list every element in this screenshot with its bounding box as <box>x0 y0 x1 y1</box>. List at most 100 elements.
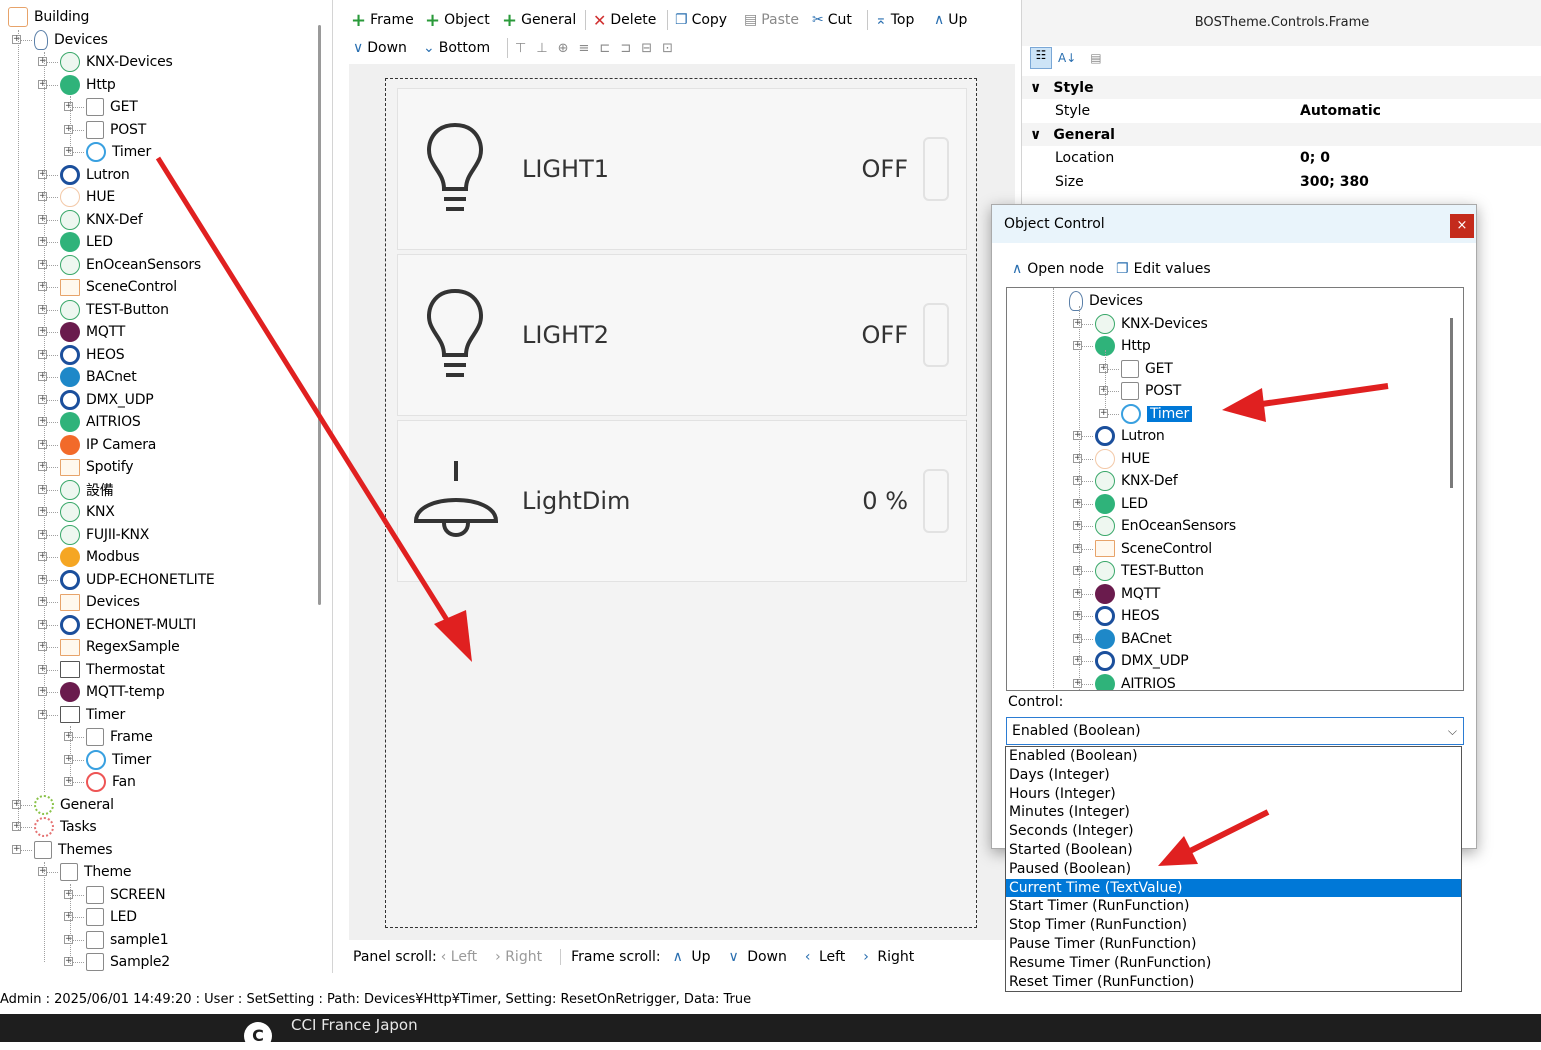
tree-scrollbar[interactable] <box>318 25 321 605</box>
tree-node[interactable]: BACnet <box>1095 628 1172 650</box>
expand-toggle[interactable]: + <box>38 597 47 606</box>
tree-node[interactable]: ECHONET-MULTI <box>60 614 196 636</box>
tree-node[interactable]: AITRIOS <box>1095 673 1176 690</box>
frame-up-button[interactable]: ∧ Up <box>673 949 715 965</box>
expand-toggle[interactable]: + <box>1073 453 1082 463</box>
dropdown-option[interactable]: Started (Boolean) <box>1006 841 1461 860</box>
add-object-button[interactable]: + Object <box>425 8 490 32</box>
tree-node[interactable]: Timer <box>86 749 151 771</box>
tree-node[interactable]: Building <box>8 6 89 28</box>
expand-toggle[interactable]: + <box>64 732 73 741</box>
card-switch[interactable] <box>923 137 949 201</box>
frame-right-button[interactable]: › Right <box>863 949 918 965</box>
property-location[interactable]: Location 0; 0 <box>1022 146 1541 169</box>
expand-toggle[interactable]: + <box>64 102 73 111</box>
tree-node[interactable]: HUE <box>60 186 115 208</box>
tree-node[interactable]: Frame <box>86 726 153 748</box>
tree-node[interactable]: SceneControl <box>1095 538 1212 560</box>
expand-toggle[interactable]: + <box>12 844 21 854</box>
expand-toggle[interactable]: + <box>38 372 47 381</box>
expand-toggle[interactable]: + <box>38 642 47 651</box>
tree-node[interactable]: Fan <box>86 771 136 793</box>
tree-node[interactable]: KNX-Def <box>60 209 143 231</box>
expand-toggle[interactable]: + <box>1099 408 1108 418</box>
card-switch[interactable] <box>923 303 949 367</box>
expand-toggle[interactable]: + <box>38 349 47 359</box>
expand-toggle[interactable]: + <box>1073 543 1082 553</box>
control-card[interactable]: LightDim 0 % <box>397 420 967 582</box>
expand-toggle[interactable]: + <box>38 259 47 269</box>
expand-toggle[interactable]: + <box>1073 656 1082 665</box>
expand-toggle[interactable]: + <box>64 147 73 156</box>
categorized-icon[interactable]: ☷ <box>1030 47 1052 69</box>
tree-node[interactable]: MQTT-temp <box>60 681 165 703</box>
expand-toggle[interactable]: + <box>1073 633 1082 643</box>
dialog-object-tree[interactable]: Devices KNX-Devices + Http + GET + POST + Timer + L… <box>1006 287 1464 691</box>
expand-toggle[interactable]: + <box>38 867 47 876</box>
tree-node[interactable]: KNX-Devices <box>60 51 173 73</box>
tree-node[interactable]: Tasks <box>34 816 97 838</box>
tree-scrollbar[interactable] <box>1450 318 1453 488</box>
align-tools[interactable]: ⊤⊥⊕≡⊏⊐⊟⊡ <box>515 36 683 60</box>
add-frame-button[interactable]: + Frame <box>351 8 414 32</box>
frame-left-button[interactable]: ‹ Left <box>805 949 849 965</box>
expand-toggle[interactable]: + <box>1073 341 1082 350</box>
tree-node[interactable]: EnOceanSensors <box>60 254 201 276</box>
expand-toggle[interactable]: + <box>38 462 47 471</box>
control-card[interactable]: LIGHT2 OFF <box>397 254 967 416</box>
tree-node[interactable]: Spotify <box>60 456 133 478</box>
category-style[interactable]: ∨ Style <box>1022 76 1541 99</box>
tree-node[interactable]: Devices <box>60 591 140 613</box>
expand-toggle[interactable]: + <box>38 619 47 629</box>
tree-node[interactable]: DMX_UDP <box>1095 650 1189 672</box>
tree-node[interactable]: TEST-Button <box>60 299 169 321</box>
expand-toggle[interactable]: + <box>1073 431 1082 440</box>
frame-canvas[interactable]: LIGHT1 OFF LIGHT2 OFF LightDim 0 % <box>385 78 977 928</box>
expand-toggle[interactable]: + <box>38 709 47 719</box>
expand-toggle[interactable]: + <box>38 237 47 246</box>
expand-toggle[interactable]: + <box>38 529 47 539</box>
expand-toggle[interactable]: + <box>1073 611 1082 620</box>
move-down-button[interactable]: ∨ Down <box>353 36 407 60</box>
tree-node[interactable]: AITRIOS <box>60 411 141 433</box>
tree-node[interactable]: Thermostat <box>60 659 165 681</box>
tree-node[interactable]: Lutron <box>1095 425 1165 447</box>
move-top-button[interactable]: ⌅ Top <box>875 8 914 32</box>
expand-toggle[interactable]: + <box>38 687 47 696</box>
tree-node[interactable]: SCREEN <box>86 884 166 906</box>
tree-node[interactable]: LED <box>1095 493 1148 515</box>
tree-node[interactable]: RegexSample <box>60 636 180 658</box>
expand-toggle[interactable]: + <box>38 664 47 674</box>
tree-node[interactable]: Modbus <box>60 546 140 568</box>
copy-button[interactable]: ❐ Copy <box>675 8 727 32</box>
expand-toggle[interactable]: + <box>1073 588 1082 598</box>
expand-toggle[interactable]: + <box>38 282 47 291</box>
expand-toggle[interactable]: + <box>12 34 21 44</box>
expand-toggle[interactable]: + <box>38 574 47 584</box>
tree-node[interactable]: KNX-Devices <box>1095 313 1208 335</box>
open-node-button[interactable]: ∧ Open node <box>1012 261 1104 277</box>
tree-node[interactable]: TEST-Button <box>1095 560 1204 582</box>
expand-toggle[interactable]: + <box>38 169 47 179</box>
tree-node[interactable]: EnOceanSensors <box>1095 515 1236 537</box>
dropdown-option[interactable]: Enabled (Boolean) <box>1006 747 1461 766</box>
expand-toggle[interactable]: + <box>64 912 73 921</box>
expand-toggle[interactable]: + <box>1099 363 1108 373</box>
tree-node[interactable]: GET <box>86 96 138 118</box>
paste-button[interactable]: ▤ Paste <box>744 8 799 32</box>
expand-toggle[interactable]: + <box>64 889 73 899</box>
sort-az-icon[interactable]: A↓ <box>1058 51 1076 65</box>
dropdown-option[interactable]: Seconds (Integer) <box>1006 822 1461 841</box>
tree-node[interactable]: sample1 <box>86 929 169 951</box>
expand-toggle[interactable]: + <box>38 57 47 66</box>
expand-toggle[interactable]: + <box>38 417 47 426</box>
tree-node[interactable]: MQTT <box>1095 583 1160 605</box>
expand-toggle[interactable]: + <box>38 214 47 224</box>
move-up-button[interactable]: ∧ Up <box>934 8 967 32</box>
tree-node[interactable]: GET <box>1121 358 1173 380</box>
dropdown-option[interactable]: Resume Timer (RunFunction) <box>1006 954 1461 973</box>
dropdown-option[interactable]: Start Timer (RunFunction) <box>1006 897 1461 916</box>
property-size[interactable]: Size 300; 380 <box>1022 170 1541 193</box>
tree-node[interactable]: HEOS <box>60 344 125 366</box>
expand-toggle[interactable]: + <box>38 79 47 89</box>
